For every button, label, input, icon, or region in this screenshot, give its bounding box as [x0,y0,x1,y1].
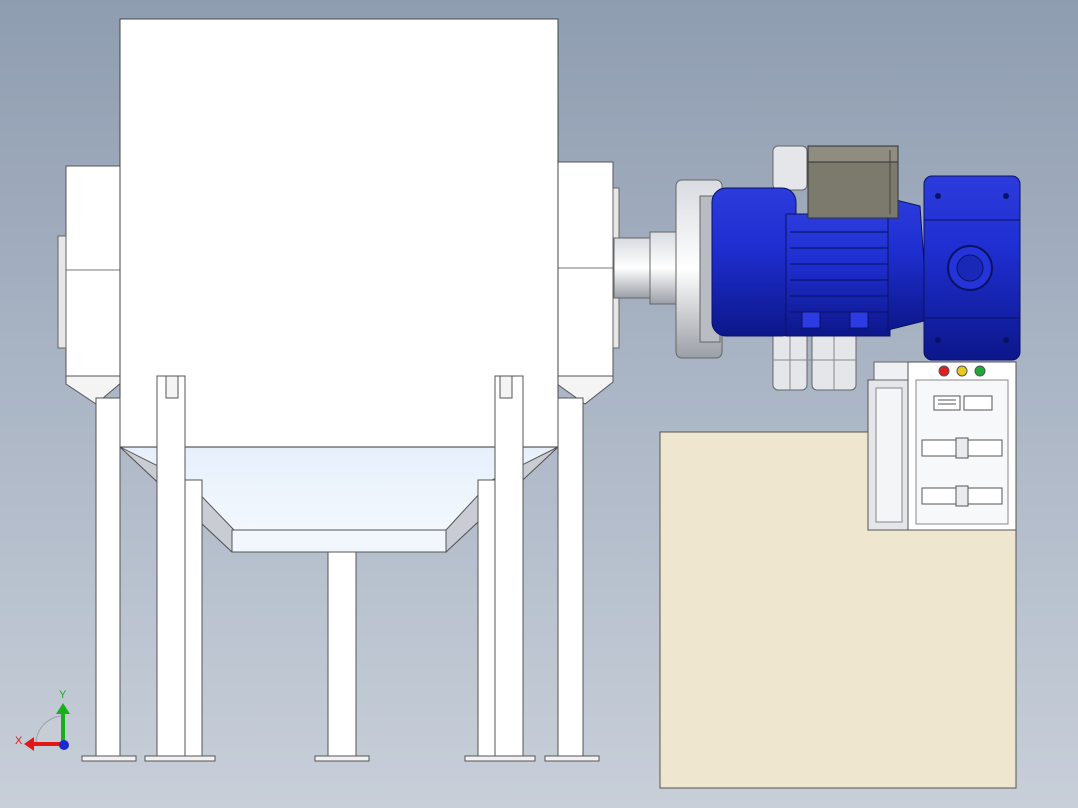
z-axis-dot [59,740,69,750]
y-axis-label: Y [59,689,67,701]
green-light [974,365,986,377]
hopper-body [118,18,560,554]
left-end-housing [57,165,123,405]
cad-viewport[interactable]: Y X [0,0,1078,808]
drive-shaft [613,179,723,359]
yellow-light [956,365,968,377]
right-end-housing [556,161,620,405]
motor-terminal-box [807,145,899,219]
model-drawing[interactable]: Y X [0,0,1078,808]
control-box [867,361,1017,531]
red-light [938,365,950,377]
orientation-triad[interactable]: Y X [15,689,70,751]
x-axis-label: X [15,735,23,747]
